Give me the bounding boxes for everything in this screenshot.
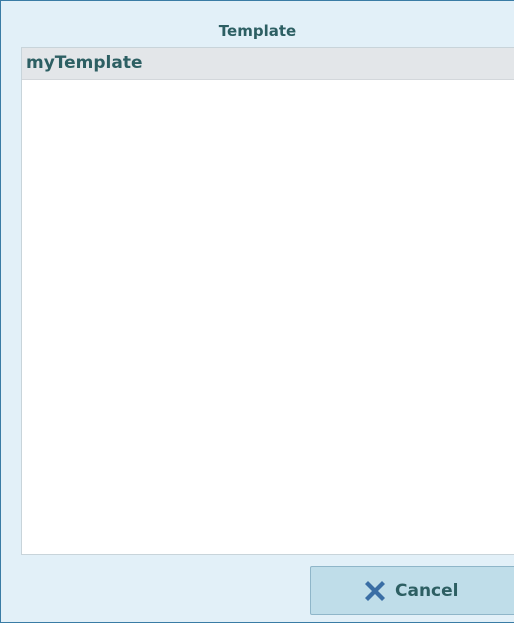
template-dialog: Template myTemplate Cancel	[0, 0, 514, 623]
cancel-button[interactable]: Cancel	[310, 566, 514, 615]
close-x-icon	[361, 577, 389, 605]
cancel-button-label: Cancel	[395, 580, 459, 601]
list-item[interactable]: myTemplate	[22, 48, 514, 80]
template-list[interactable]: myTemplate	[21, 47, 514, 555]
dialog-title: Template	[218, 22, 297, 40]
